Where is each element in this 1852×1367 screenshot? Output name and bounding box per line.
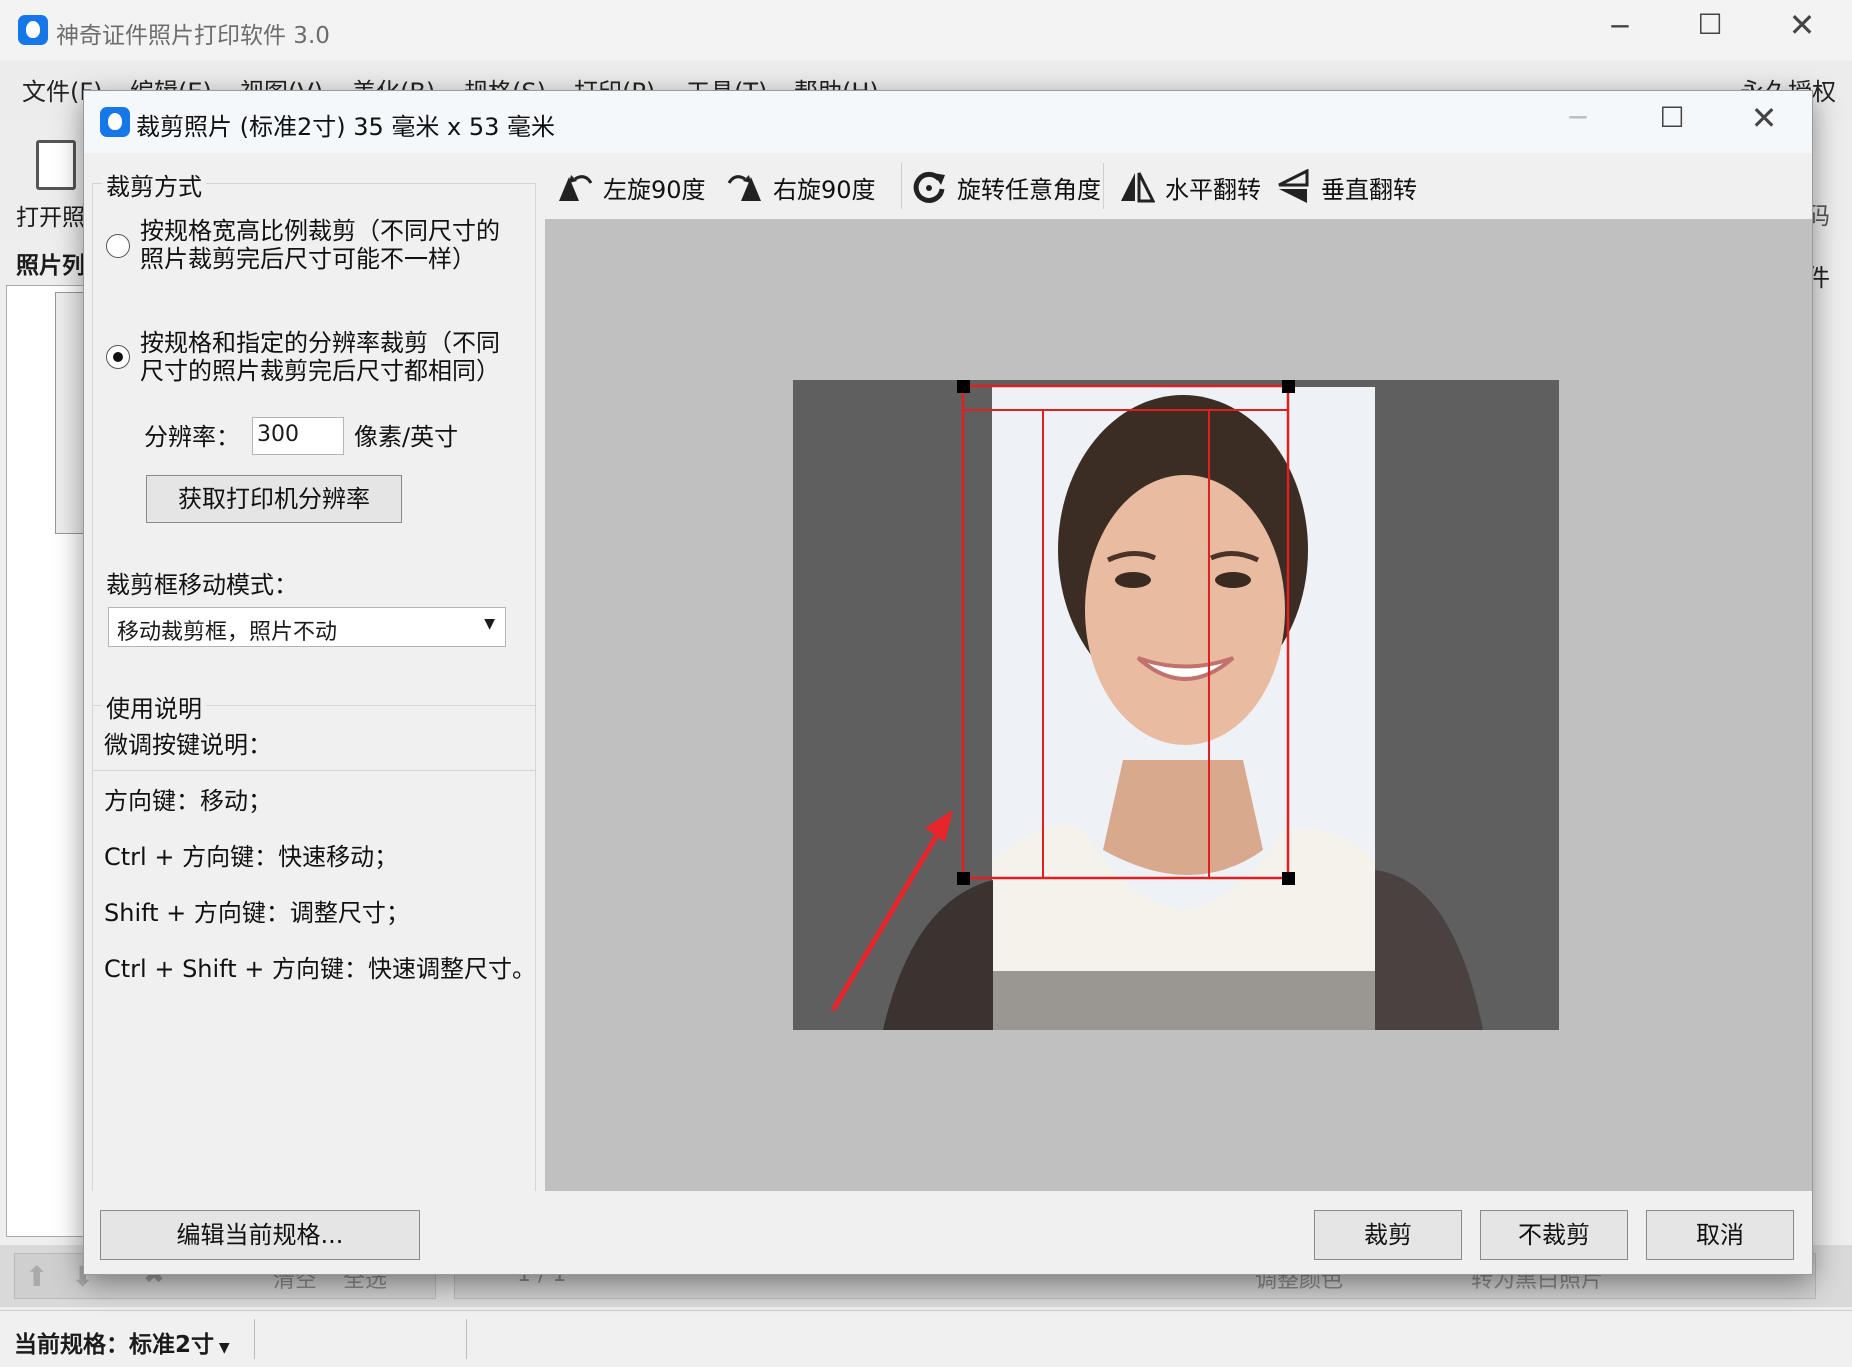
flip-vertical-label: 垂直翻转	[1321, 175, 1417, 204]
close-icon[interactable]: ✕	[1734, 99, 1794, 137]
cancel-button[interactable]: 取消	[1646, 1210, 1794, 1260]
flip-vertical-button[interactable]: 垂直翻转	[1275, 167, 1417, 207]
move-mode-select[interactable]: 移动裁剪框，照片不动 ▼	[108, 607, 506, 647]
crop-mode-group-title: 裁剪方式	[102, 167, 206, 202]
rotate-right-button[interactable]: 右旋90度	[727, 167, 876, 207]
move-mode-value: 移动裁剪框，照片不动	[117, 620, 338, 645]
crop-resolution-label-line2[interactable]: 尺寸的照片裁剪完后尺寸都相同）	[140, 357, 500, 385]
resolution-input[interactable]: 300	[252, 417, 344, 455]
instruction-line: Shift + 方向键：调整尺寸；	[104, 899, 410, 927]
crop-ratio-label-line2[interactable]: 照片裁剪完后尺寸可能不一样）	[140, 245, 476, 273]
close-icon[interactable]: ✕	[1772, 6, 1832, 44]
rotate-any-icon	[913, 171, 945, 203]
photo-preview[interactable]	[793, 380, 1559, 1030]
flip-horizontal-label: 水平翻转	[1165, 175, 1261, 204]
crop-canvas[interactable]	[545, 219, 1812, 1191]
crop-resolution-label-line1[interactable]: 按规格和指定的分辨率裁剪（不同	[140, 329, 500, 357]
current-spec-label: 当前规格：标准2寸	[14, 1332, 215, 1358]
instruction-line: Ctrl + Shift + 方向键：快速调整尺寸。	[104, 955, 536, 983]
left-eye	[1115, 572, 1151, 588]
crop-dialog: 裁剪照片 (标准2寸) 35 毫米 x 53 毫米 ─ ☐ ✕ 裁剪方式 按规格…	[84, 91, 1812, 1274]
open-photo-label[interactable]: 打开照	[16, 198, 85, 232]
crop-handle-top-right[interactable]	[1282, 380, 1295, 393]
rotate-left-label: 左旋90度	[603, 175, 706, 204]
flip-horizontal-button[interactable]: 水平翻转	[1119, 167, 1261, 207]
resolution-unit: 像素/英寸	[354, 423, 459, 451]
toolbar-separator	[1103, 163, 1104, 209]
dialog-button-bar: 编辑当前规格... 裁剪 不裁剪 取消	[84, 1191, 1812, 1274]
flip-vertical-icon	[1278, 169, 1309, 203]
photo-list-panel[interactable]	[6, 285, 88, 1237]
crop-ratio-label-line1[interactable]: 按规格宽高比例裁剪（不同尺寸的	[140, 217, 500, 245]
crop-handle-top-left[interactable]	[957, 380, 970, 393]
right-eye	[1215, 572, 1251, 588]
instruction-line: 方向键：移动；	[104, 787, 272, 815]
dialog-title: 裁剪照片 (标准2寸) 35 毫米 x 53 毫米	[136, 113, 556, 141]
maximize-icon[interactable]: ☐	[1642, 101, 1702, 134]
status-bar: 当前规格：标准2寸 ▼	[0, 1310, 1852, 1367]
image-toolbar: 左旋90度 右旋90度 旋转任意角度 水平翻转 垂直翻转	[545, 153, 1812, 220]
current-spec-dropdown[interactable]: 当前规格：标准2寸 ▼	[14, 1325, 230, 1359]
face-shape	[1085, 475, 1285, 745]
edit-spec-button[interactable]: 编辑当前规格...	[100, 1210, 420, 1260]
instruction-line: 微调按键说明：	[104, 731, 272, 759]
lower-shade	[993, 971, 1375, 1030]
minimize-icon[interactable]: ─	[1590, 10, 1650, 43]
rotate-left-icon	[559, 175, 593, 201]
photo-thumb[interactable]	[55, 292, 85, 534]
crop-ratio-radio[interactable]	[106, 234, 130, 258]
rotate-right-icon	[727, 175, 761, 201]
rotate-left-button[interactable]: 左旋90度	[557, 167, 706, 207]
crop-button[interactable]: 裁剪	[1314, 1210, 1462, 1260]
resolution-label: 分辨率：	[144, 423, 240, 451]
rotate-any-button[interactable]: 旋转任意角度	[911, 167, 1101, 207]
main-titlebar: 神奇证件照片打印软件 3.0 ─ ☐ ✕	[0, 0, 1852, 60]
open-photo-icon[interactable]	[36, 140, 76, 190]
dropdown-arrow-icon: ▼	[214, 1340, 230, 1356]
dialog-titlebar: 裁剪照片 (标准2寸) 35 毫米 x 53 毫米 ─ ☐ ✕	[84, 91, 1812, 153]
rotate-any-label: 旋转任意角度	[957, 175, 1101, 204]
no-crop-button[interactable]: 不裁剪	[1480, 1210, 1628, 1260]
move-mode-label: 裁剪框移动模式：	[106, 571, 298, 599]
neck-shape	[1103, 760, 1263, 875]
main-window-title: 神奇证件照片打印软件 3.0	[56, 23, 330, 49]
get-printer-resolution-button[interactable]: 获取打印机分辨率	[146, 475, 402, 523]
status-divider	[254, 1319, 255, 1359]
dropdown-arrow-icon: ▼	[484, 616, 495, 632]
photo-list-label: 照片列	[16, 253, 85, 279]
instructions-group-title: 使用说明	[102, 689, 206, 724]
flip-horizontal-icon	[1121, 172, 1155, 203]
maximize-icon[interactable]: ☐	[1680, 8, 1740, 41]
toolbar-separator	[901, 163, 902, 209]
rotate-right-label: 右旋90度	[773, 175, 876, 204]
app-logo-icon	[100, 107, 130, 137]
crop-resolution-radio[interactable]	[106, 345, 130, 369]
instruction-line: Ctrl + 方向键：快速移动；	[104, 843, 399, 871]
minimize-icon: ─	[1569, 101, 1587, 134]
crop-handle-bottom-right[interactable]	[1282, 872, 1295, 885]
arrow-up-icon[interactable]: ⬆	[25, 1260, 48, 1293]
status-divider	[466, 1319, 467, 1359]
crop-handle-bottom-left[interactable]	[957, 872, 970, 885]
app-logo-icon	[18, 15, 48, 45]
